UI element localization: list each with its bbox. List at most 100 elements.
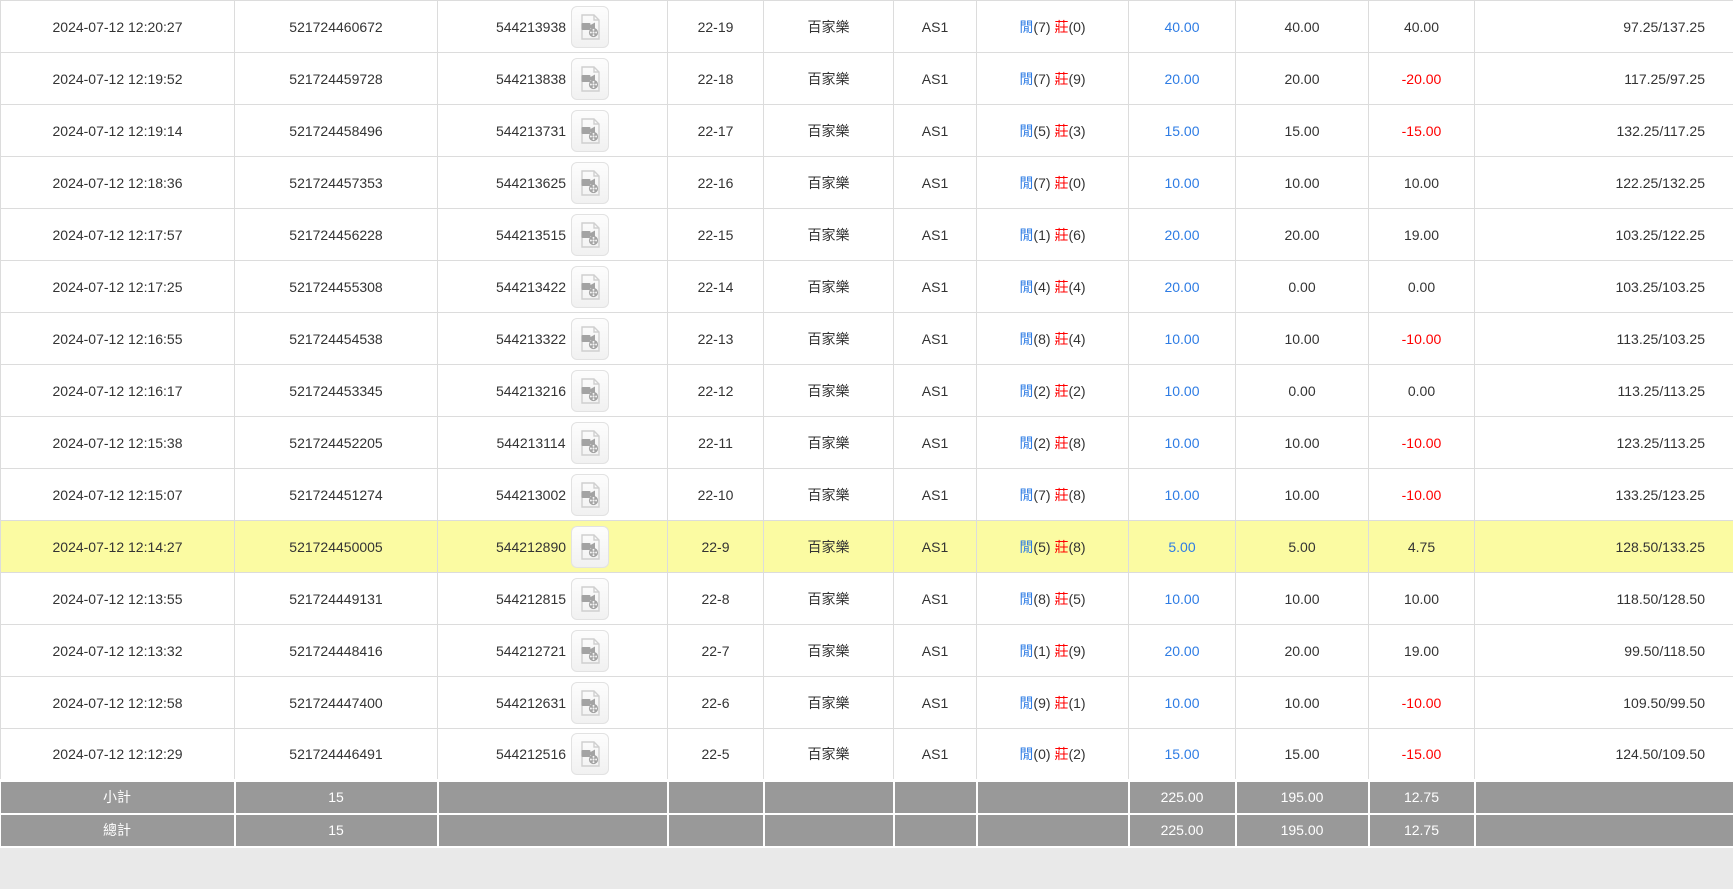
total-bet: 225.00 [1129,814,1236,847]
game-type: 百家樂 [764,365,894,417]
bet-amount-link[interactable]: 10.00 [1164,695,1199,711]
player-score: (9) [1033,695,1050,711]
video-replay-button[interactable] [571,58,609,100]
table-id: AS1 [894,365,977,417]
bet-amount-link[interactable]: 20.00 [1164,643,1199,659]
player-score: (5) [1033,123,1050,139]
valid-bet: 10.00 [1236,469,1369,521]
game-result: 閒(7) 莊(0) [977,1,1129,53]
video-replay-button[interactable] [571,214,609,256]
video-replay-button[interactable] [571,630,609,672]
game-type: 百家樂 [764,53,894,105]
bet-amount-link[interactable]: 40.00 [1164,19,1199,35]
bet-amount-link[interactable]: 5.00 [1168,539,1195,555]
video-replay-button[interactable] [571,370,609,412]
table-row: 2024-07-12 12:15:38 521724452205 5442131… [1,417,1733,469]
total-label: 總計 [1,814,235,847]
banker-label: 莊 [1054,643,1068,659]
video-file-icon [578,690,602,716]
bet-time: 2024-07-12 12:17:57 [1,209,235,261]
game-round-id: 544212631 [496,695,566,711]
bet-time: 2024-07-12 12:18:36 [1,157,235,209]
valid-bet: 40.00 [1236,1,1369,53]
player-label: 閒 [1019,695,1033,711]
game-result: 閒(8) 莊(5) [977,573,1129,625]
bet-amount-link[interactable]: 15.00 [1164,123,1199,139]
bet-id: 521724446491 [235,729,438,781]
bet-amount-link[interactable]: 15.00 [1164,746,1199,762]
subtotal-label: 小計 [1,781,235,814]
win-loss: 4.75 [1369,521,1475,573]
banker-score: (8) [1068,487,1085,503]
bet-amount-link[interactable]: 10.00 [1164,487,1199,503]
table-round: 22-7 [668,625,764,677]
banker-score: (4) [1068,279,1085,295]
bet-time: 2024-07-12 12:15:07 [1,469,235,521]
player-score: (1) [1033,227,1050,243]
table-round: 22-13 [668,313,764,365]
video-replay-button[interactable] [571,266,609,308]
video-replay-button[interactable] [571,526,609,568]
bet-time: 2024-07-12 12:14:27 [1,521,235,573]
table-round: 22-11 [668,417,764,469]
table-row: 2024-07-12 12:16:17 521724453345 5442132… [1,365,1733,417]
video-replay-button[interactable] [571,733,609,775]
subtotal-row: 小計 15 225.00 195.00 12.75 [1,781,1733,814]
game-round-id: 544213938 [496,19,566,35]
table-id: AS1 [894,417,977,469]
game-type: 百家樂 [764,157,894,209]
table-id: AS1 [894,729,977,781]
table-row: 2024-07-12 12:13:55 521724449131 5442128… [1,573,1733,625]
game-round-id: 544213731 [496,123,566,139]
bet-amount-link[interactable]: 20.00 [1164,71,1199,87]
bet-amount-link[interactable]: 20.00 [1164,227,1199,243]
table-id: AS1 [894,53,977,105]
bet-amount-link[interactable]: 10.00 [1164,383,1199,399]
bet-amount-link[interactable]: 10.00 [1164,591,1199,607]
video-replay-button[interactable] [571,162,609,204]
player-label: 閒 [1019,643,1033,659]
bet-amount-link[interactable]: 10.00 [1164,175,1199,191]
bet-id: 521724459728 [235,53,438,105]
win-loss: 19.00 [1369,209,1475,261]
balance: 124.50/109.50 [1475,729,1733,781]
table-row: 2024-07-12 12:17:25 521724455308 5442134… [1,261,1733,313]
video-replay-button[interactable] [571,578,609,620]
table-row: 2024-07-12 12:19:14 521724458496 5442137… [1,105,1733,157]
video-replay-button[interactable] [571,318,609,360]
game-round-id: 544212516 [496,746,566,762]
bet-time: 2024-07-12 12:19:14 [1,105,235,157]
player-score: (2) [1033,435,1050,451]
win-loss: 40.00 [1369,1,1475,53]
subtotal-bet: 225.00 [1129,781,1236,814]
bet-amount-link[interactable]: 10.00 [1164,435,1199,451]
valid-bet: 0.00 [1236,261,1369,313]
player-score: (7) [1033,19,1050,35]
game-type: 百家樂 [764,1,894,53]
bet-amount-link[interactable]: 10.00 [1164,331,1199,347]
game-result: 閒(9) 莊(1) [977,677,1129,729]
player-score: (7) [1033,71,1050,87]
video-replay-button[interactable] [571,682,609,724]
balance: 109.50/99.50 [1475,677,1733,729]
table-id: AS1 [894,677,977,729]
player-score: (0) [1033,746,1050,762]
video-replay-button[interactable] [571,110,609,152]
video-file-icon [578,482,602,508]
bet-time: 2024-07-12 12:12:58 [1,677,235,729]
valid-bet: 10.00 [1236,677,1369,729]
video-replay-button[interactable] [571,474,609,516]
game-type: 百家樂 [764,573,894,625]
banker-score: (5) [1068,591,1085,607]
video-file-icon [578,378,602,404]
video-replay-button[interactable] [571,6,609,48]
banker-label: 莊 [1054,175,1068,191]
valid-bet: 15.00 [1236,105,1369,157]
video-replay-button[interactable] [571,422,609,464]
balance: 123.25/113.25 [1475,417,1733,469]
bet-time: 2024-07-12 12:12:29 [1,729,235,781]
table-row: 2024-07-12 12:20:27 521724460672 5442139… [1,1,1733,53]
bet-amount-link[interactable]: 20.00 [1164,279,1199,295]
table-id: AS1 [894,573,977,625]
banker-label: 莊 [1054,383,1068,399]
